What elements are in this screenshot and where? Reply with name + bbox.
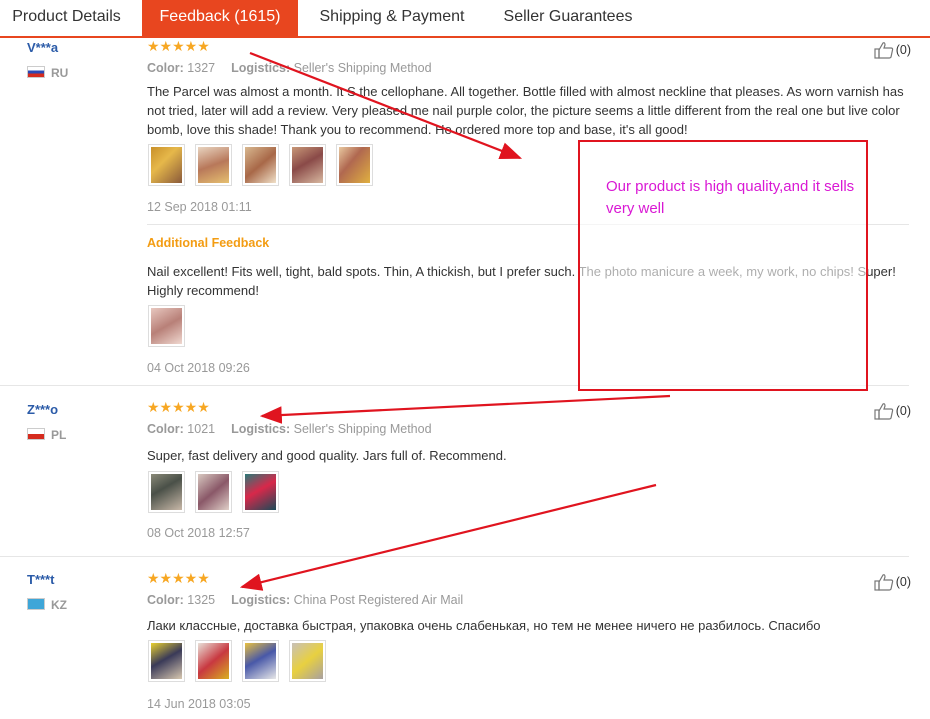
star-rating: ★★★★★: [147, 38, 210, 54]
reviewer-name[interactable]: Z***o: [27, 402, 58, 417]
review-date: 12 Sep 2018 01:11: [147, 200, 252, 214]
review-photo[interactable]: [148, 471, 185, 513]
color-value: 1327: [187, 61, 216, 75]
review-text: Лаки классные, доставка быстрая, упаковк…: [147, 618, 821, 633]
review-photos: [148, 471, 279, 513]
logistics-value: China Post Registered Air Mail: [293, 593, 464, 607]
star-rating: ★★★★★: [147, 399, 210, 415]
like-button[interactable]: (0): [874, 573, 911, 591]
review-date: 08 Oct 2018 12:57: [147, 526, 250, 540]
reviewer-country: RU: [51, 66, 69, 80]
arrow-icon: [239, 483, 657, 591]
color-value: 1325: [187, 593, 216, 607]
tab-bar: Product Details Feedback (1615) Shipping…: [0, 0, 930, 38]
additional-feedback-date: 04 Oct 2018 09:26: [147, 361, 250, 375]
reviewer-country: KZ: [51, 598, 67, 612]
tab-product-details[interactable]: Product Details: [0, 0, 133, 36]
thumbs-up-icon: [874, 42, 893, 59]
star-rating: ★★★★★: [147, 570, 210, 586]
review-meta: Color: 1327 Logistics: Seller's Shipping …: [147, 61, 432, 75]
reviewer-country: PL: [51, 428, 67, 442]
flag-ru-icon: [27, 66, 45, 78]
additional-photos: [148, 305, 185, 347]
review-separator: [0, 556, 909, 557]
color-label: Color:: [147, 61, 184, 75]
promo-callout-text: Our product is high quality,and it sells…: [606, 178, 855, 217]
review-photos: [148, 144, 373, 186]
promo-callout-box: Our product is high quality,and it sells…: [578, 140, 868, 391]
logistics-value: Seller's Shipping Method: [293, 61, 432, 75]
review-photo[interactable]: [242, 640, 279, 682]
color-label: Color:: [147, 422, 184, 436]
like-count: (0): [895, 404, 911, 418]
thumbs-up-icon: [874, 403, 893, 420]
review-photo[interactable]: [195, 640, 232, 682]
review-photo[interactable]: [289, 144, 326, 186]
thumbs-up-icon: [874, 574, 893, 591]
color-value: 1021: [187, 422, 216, 436]
review-photo[interactable]: [242, 471, 279, 513]
like-button[interactable]: (0): [874, 41, 911, 59]
like-button[interactable]: (0): [874, 402, 911, 420]
additional-feedback-label: Additional Feedback: [147, 236, 270, 250]
review-text: The Parcel was almost a month. It S the …: [147, 84, 904, 137]
like-count: (0): [895, 43, 911, 57]
logistics-label: Logistics:: [231, 61, 291, 75]
review-meta: Color: 1021 Logistics: Seller's Shipping …: [147, 422, 432, 436]
review-date: 14 Jun 2018 03:05: [147, 697, 251, 711]
review-photos: [148, 640, 326, 682]
logistics-label: Logistics:: [231, 593, 291, 607]
review-photo[interactable]: [148, 305, 185, 347]
logistics-label: Logistics:: [231, 422, 291, 436]
review-photo[interactable]: [148, 144, 185, 186]
reviewer-name[interactable]: V***a: [27, 40, 58, 55]
tab-seller-guarantees[interactable]: Seller Guarantees: [494, 0, 642, 36]
review-photo[interactable]: [242, 144, 279, 186]
arrow-icon: [259, 394, 671, 424]
flag-pl-icon: [27, 428, 45, 440]
review-photo[interactable]: [289, 640, 326, 682]
review-text: Super, fast delivery and good quality. J…: [147, 448, 507, 463]
tab-shipping-payment[interactable]: Shipping & Payment: [308, 0, 476, 36]
review-photo[interactable]: [336, 144, 373, 186]
review-meta: Color: 1325 Logistics: China Post Registe…: [147, 593, 463, 607]
color-label: Color:: [147, 593, 184, 607]
review-photo[interactable]: [148, 640, 185, 682]
like-count: (0): [895, 575, 911, 589]
reviewer-name[interactable]: T***t: [27, 572, 54, 587]
flag-kz-icon: [27, 598, 45, 610]
review-photo[interactable]: [195, 144, 232, 186]
logistics-value: Seller's Shipping Method: [293, 422, 432, 436]
tab-feedback[interactable]: Feedback (1615): [142, 0, 298, 36]
review-photo[interactable]: [195, 471, 232, 513]
